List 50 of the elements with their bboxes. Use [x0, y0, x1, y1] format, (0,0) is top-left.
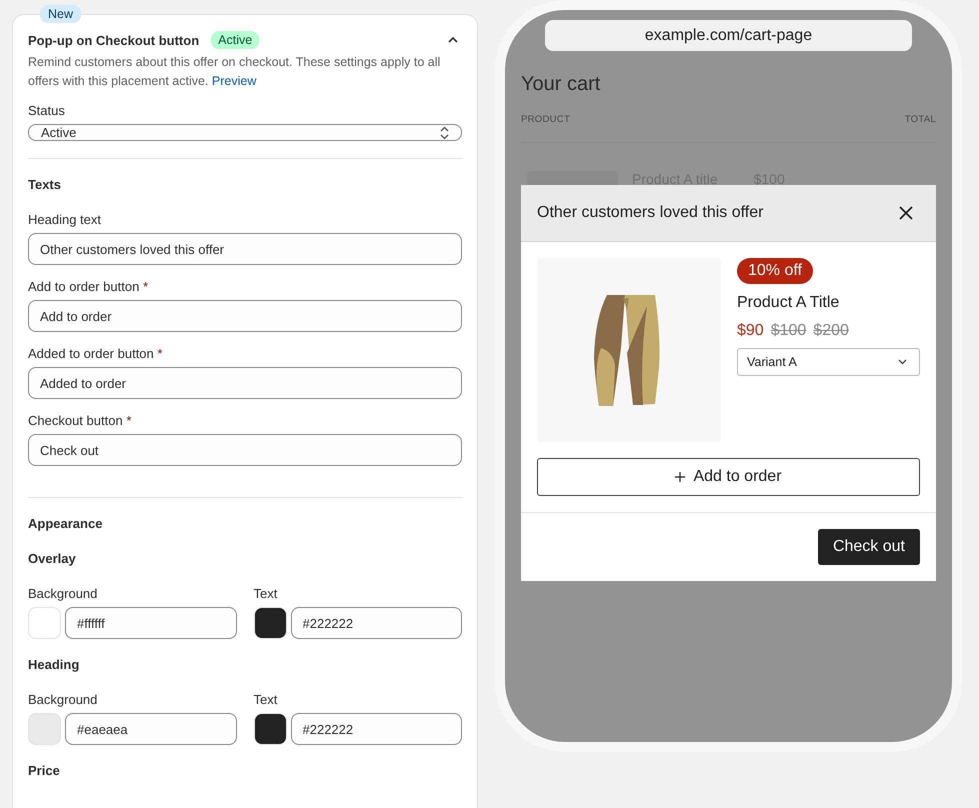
group-heading: Price: [28, 763, 61, 778]
field-label: Checkout button *: [28, 413, 132, 428]
add-to-order-button[interactable]: Add to order: [537, 458, 920, 496]
column-header: PRODUCT: [521, 114, 570, 125]
color-field[interactable]: #eaeaea: [65, 713, 236, 745]
column-header: TOTAL: [904, 114, 936, 125]
color-swatch[interactable]: [254, 713, 286, 745]
price-text: $200: [813, 322, 849, 340]
text-field[interactable]: Check out: [28, 434, 462, 466]
plus-icon: [675, 472, 686, 482]
chevron-icon: [448, 37, 458, 43]
section-heading: Texts: [28, 177, 62, 192]
chevron-icon: [898, 359, 907, 365]
field-label: Status: [28, 103, 66, 118]
variant-select[interactable]: Variant A: [737, 348, 920, 376]
field-label: Background: [28, 586, 98, 601]
color-field[interactable]: #222222: [290, 713, 462, 745]
group-heading: Heading: [28, 657, 80, 672]
checkout-button[interactable]: Check out: [818, 529, 920, 565]
color-swatch[interactable]: [28, 607, 61, 639]
field-label: Background: [28, 692, 98, 707]
color-field[interactable]: #ffffff: [65, 607, 236, 639]
price-text: $90: [737, 322, 764, 340]
field-label: Heading text: [28, 212, 102, 227]
close-icon[interactable]: [899, 206, 913, 220]
popup-title: Other customers loved this offer: [537, 204, 764, 222]
product-title: Product A Title: [737, 294, 840, 312]
status-badge: Active: [211, 31, 260, 49]
status-select[interactable]: Active: [28, 124, 462, 141]
field-label: Text: [254, 586, 278, 601]
field-label: Text: [254, 692, 278, 707]
discount-badge: 10% off: [737, 258, 813, 284]
field-label: Added to order button *: [28, 346, 164, 361]
description-text: Remind customers about this offer on checkout. These settings apply to all offers with this placement active. Preview: [28, 54, 442, 90]
text-field[interactable]: Other customers loved this offer: [28, 233, 462, 265]
group-heading: Overlay: [28, 551, 77, 566]
field-label: Add to order button *: [28, 279, 149, 294]
text-field[interactable]: Add to order: [28, 300, 462, 332]
text-field[interactable]: Added to order: [28, 367, 462, 399]
section-title: Pop-up on Checkout button: [28, 32, 200, 48]
color-field[interactable]: #222222: [290, 607, 462, 639]
new-badge: New: [40, 5, 82, 23]
address-bar[interactable]: example.com/cart-page: [545, 20, 912, 51]
updown-icon: [440, 126, 449, 140]
color-swatch[interactable]: [254, 607, 286, 639]
preview-link[interactable]: Preview: [212, 74, 256, 88]
page-title: Your cart: [521, 73, 602, 96]
section-heading: Appearance: [28, 516, 104, 531]
color-swatch[interactable]: [28, 713, 61, 745]
price-text: $100: [770, 322, 806, 340]
